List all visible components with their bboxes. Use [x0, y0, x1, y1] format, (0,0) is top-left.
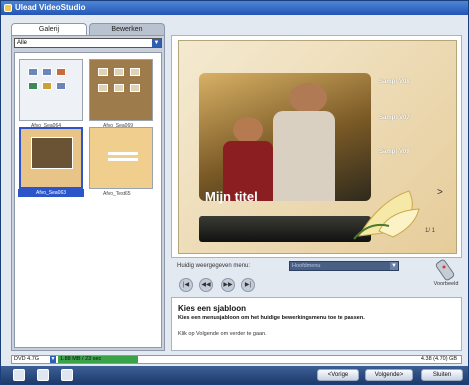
template-panel: Alle ▼ Afvo_Sea064 Afvo_Sea069 Afvo_Sea0… — [11, 35, 165, 351]
thumb-graphic — [42, 68, 52, 76]
thumb-graphic — [56, 82, 66, 90]
chevron-down-icon[interactable]: ▼ — [390, 262, 398, 270]
thumb-graphic — [28, 82, 38, 90]
thumb-graphic — [130, 68, 140, 76]
window-title: Ulead VideoStudio — [15, 3, 86, 12]
template-gallery: Afvo_Sea064 Afvo_Sea069 Afvo_Sea063 Afvo… — [14, 52, 162, 348]
menu-item-2[interactable]: Sampl-V07 — [379, 115, 410, 121]
current-menu-row: Huidig weergegeven menu: Hoofdmenu ▼ — [177, 261, 399, 273]
current-menu-label: Huidig weergegeven menu: — [177, 263, 251, 269]
bottom-toolbar: <Vorige Volgende> Sluiten — [1, 366, 468, 384]
thumb-graphic — [108, 158, 138, 161]
lily-flower-graphic — [353, 190, 420, 240]
menu-preview-stage: Mijn titel Sampl-V08 Sampl-V07 Sampl-V09… — [178, 40, 457, 254]
thumb-graphic — [56, 68, 66, 76]
output-icon[interactable] — [61, 369, 73, 381]
template-thumb-1[interactable] — [19, 59, 83, 121]
remote-icon — [435, 259, 455, 281]
menu-preview-frame: Mijn titel Sampl-V08 Sampl-V07 Sampl-V09… — [171, 35, 462, 258]
total-capacity: 4.38 (4.70) GB — [420, 356, 457, 362]
thumb-graphic — [108, 152, 138, 155]
photo-figure — [233, 117, 263, 143]
thumb-graphic — [114, 68, 124, 76]
menu-title[interactable]: Mijn titel — [205, 189, 258, 204]
thumb-graphic — [130, 84, 140, 92]
instruction-box: Kies een sjabloon Kies een menusjabloon … — [171, 297, 462, 351]
disc-type-select[interactable]: DVD 4.7G ▼ — [12, 356, 56, 363]
chevron-down-icon[interactable]: ▼ — [152, 39, 161, 47]
back-button[interactable]: <Vorige — [317, 369, 359, 381]
template-thumb-4[interactable] — [89, 127, 153, 189]
menu-item-1[interactable]: Sampl-V08 — [379, 79, 410, 85]
photo-figure — [289, 83, 327, 113]
preview-remote-button[interactable]: Voorbeeld — [429, 259, 461, 289]
panel-tabs: Galerij Bewerken — [11, 23, 165, 35]
template-thumb-3-selected[interactable] — [19, 127, 83, 189]
app-icon — [4, 4, 12, 12]
thumb-graphic — [42, 82, 52, 90]
thumb-graphic — [114, 84, 124, 92]
page-indicator: 1/ 1 — [425, 228, 436, 234]
capacity-text: 1.88 MB / 23 sec — [60, 356, 102, 362]
title-bar: Ulead VideoStudio — [1, 1, 468, 15]
instruction-hint: Klik op Volgende om verder te gaan. — [178, 331, 267, 337]
next-button[interactable]: Volgende> — [365, 369, 413, 381]
forward-button[interactable]: ▶▶ — [221, 278, 235, 292]
thumb-graphic — [98, 84, 108, 92]
category-dropdown[interactable]: Alle ▼ — [14, 38, 162, 48]
thumb-graphic — [28, 68, 38, 76]
capacity-meter: 1.88 MB / 23 sec — [58, 356, 138, 363]
category-dropdown-value: Alle — [17, 40, 28, 46]
template-thumb-2[interactable] — [89, 59, 153, 121]
first-button[interactable]: |◀ — [179, 278, 193, 292]
chevron-down-icon[interactable]: ▼ — [50, 356, 56, 363]
previous-button[interactable]: ◀◀ — [199, 278, 213, 292]
template-caption-4: Afvo_Test65 — [103, 191, 131, 197]
next-page-arrow[interactable]: > — [437, 187, 443, 198]
menu-item-3[interactable]: Sampl-V09 — [379, 149, 410, 155]
photo-figure — [273, 111, 335, 201]
videostudio-window: Ulead VideoStudio Galerij Bewerken Alle … — [0, 0, 469, 385]
tab-galerij[interactable]: Galerij — [11, 23, 87, 35]
close-button[interactable]: Sluiten — [421, 369, 463, 381]
settings-icon[interactable] — [13, 369, 25, 381]
instruction-body: Kies een menusjabloon om het huidige bew… — [178, 315, 365, 321]
film-strip-bar — [199, 216, 371, 242]
disc-status-bar: DVD 4.7G ▼ 1.88 MB / 23 sec 4.38 (4.70) … — [11, 355, 462, 364]
instruction-heading: Kies een sjabloon — [178, 304, 247, 313]
tab-bewerken[interactable]: Bewerken — [89, 23, 165, 35]
last-button[interactable]: ▶| — [241, 278, 255, 292]
disc-type-value: DVD 4.7G — [14, 356, 40, 362]
preview-label: Voorbeeld — [433, 281, 459, 287]
current-menu-value: Hoofdmenu — [292, 263, 321, 269]
thumb-graphic — [98, 68, 108, 76]
tools-icon[interactable] — [37, 369, 49, 381]
thumb-photo — [31, 137, 73, 169]
menu-background-photo — [199, 73, 371, 201]
current-menu-select[interactable]: Hoofdmenu ▼ — [289, 261, 399, 271]
template-caption-3: Afvo_Sea063 — [18, 189, 84, 197]
